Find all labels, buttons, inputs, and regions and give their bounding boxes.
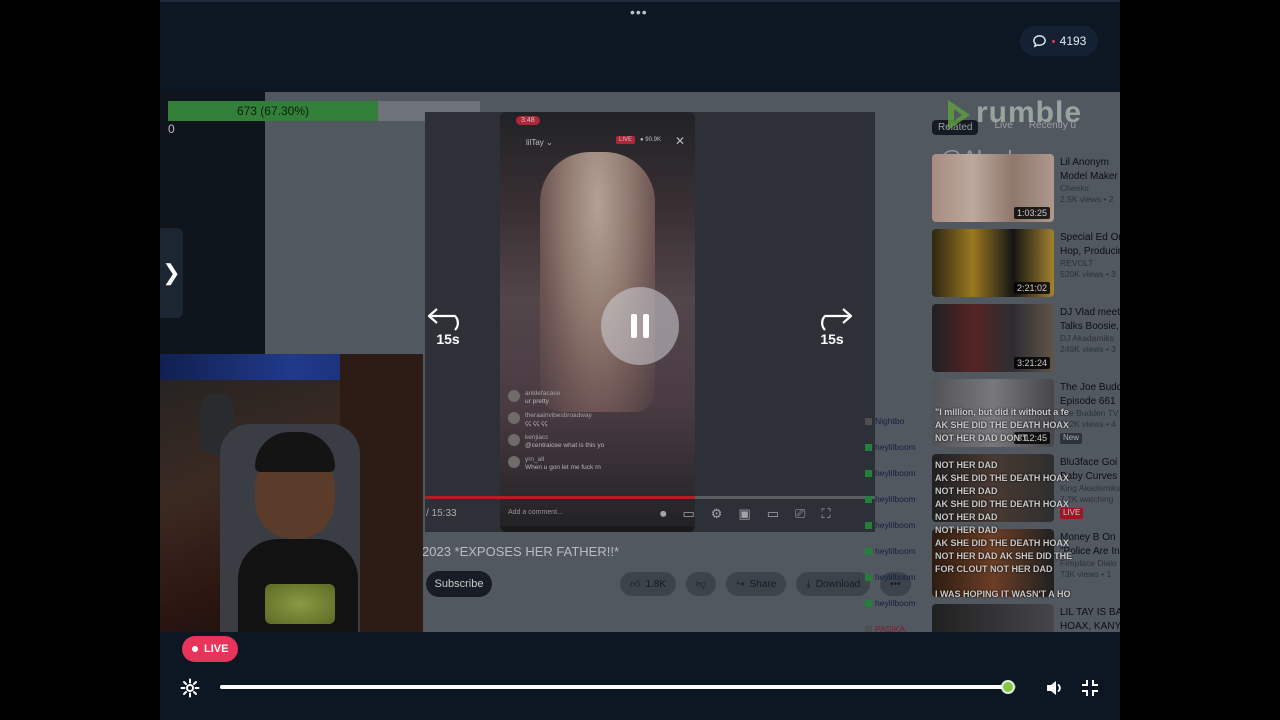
- player-control-bar: LIVE: [160, 632, 1120, 720]
- pause-button[interactable]: [601, 287, 679, 365]
- pause-icon: [631, 314, 649, 338]
- live-button[interactable]: LIVE: [182, 636, 239, 662]
- player-stage: ••• 4193 673 (67.30%) 0 3:48 lilTay ⌄ LI…: [160, 0, 1120, 720]
- chat-button[interactable]: 4193: [1020, 26, 1098, 56]
- seek-bar[interactable]: [220, 680, 1016, 694]
- chat-count: 4193: [1059, 34, 1087, 48]
- skip-forward-label: 15s: [820, 331, 844, 347]
- chevron-right-icon: ❯: [162, 260, 181, 285]
- minimize-icon[interactable]: [1080, 678, 1100, 698]
- forward-15-icon: [821, 308, 853, 331]
- speaker-icon[interactable]: [1044, 678, 1064, 698]
- shirt-graphic: [265, 584, 335, 624]
- rewind-15-icon: [427, 308, 459, 331]
- skip-back-button[interactable]: 15s: [423, 306, 473, 347]
- live-label: LIVE: [204, 643, 229, 655]
- seek-bar-handle[interactable]: [1001, 680, 1016, 694]
- side-panel-toggle[interactable]: ❯: [160, 228, 183, 318]
- speech-bubble-icon: [1032, 34, 1046, 47]
- skip-forward-button[interactable]: 15s: [807, 306, 857, 347]
- seek-bar-fill: [220, 685, 1009, 689]
- live-dot-icon: [192, 646, 198, 652]
- top-divider: [160, 0, 1120, 2]
- webcam-feed: [160, 354, 423, 632]
- chat-unread-dot: [1051, 39, 1055, 43]
- menu-dots[interactable]: •••: [630, 4, 648, 20]
- gear-icon[interactable]: [180, 678, 200, 698]
- skip-back-label: 15s: [436, 331, 460, 347]
